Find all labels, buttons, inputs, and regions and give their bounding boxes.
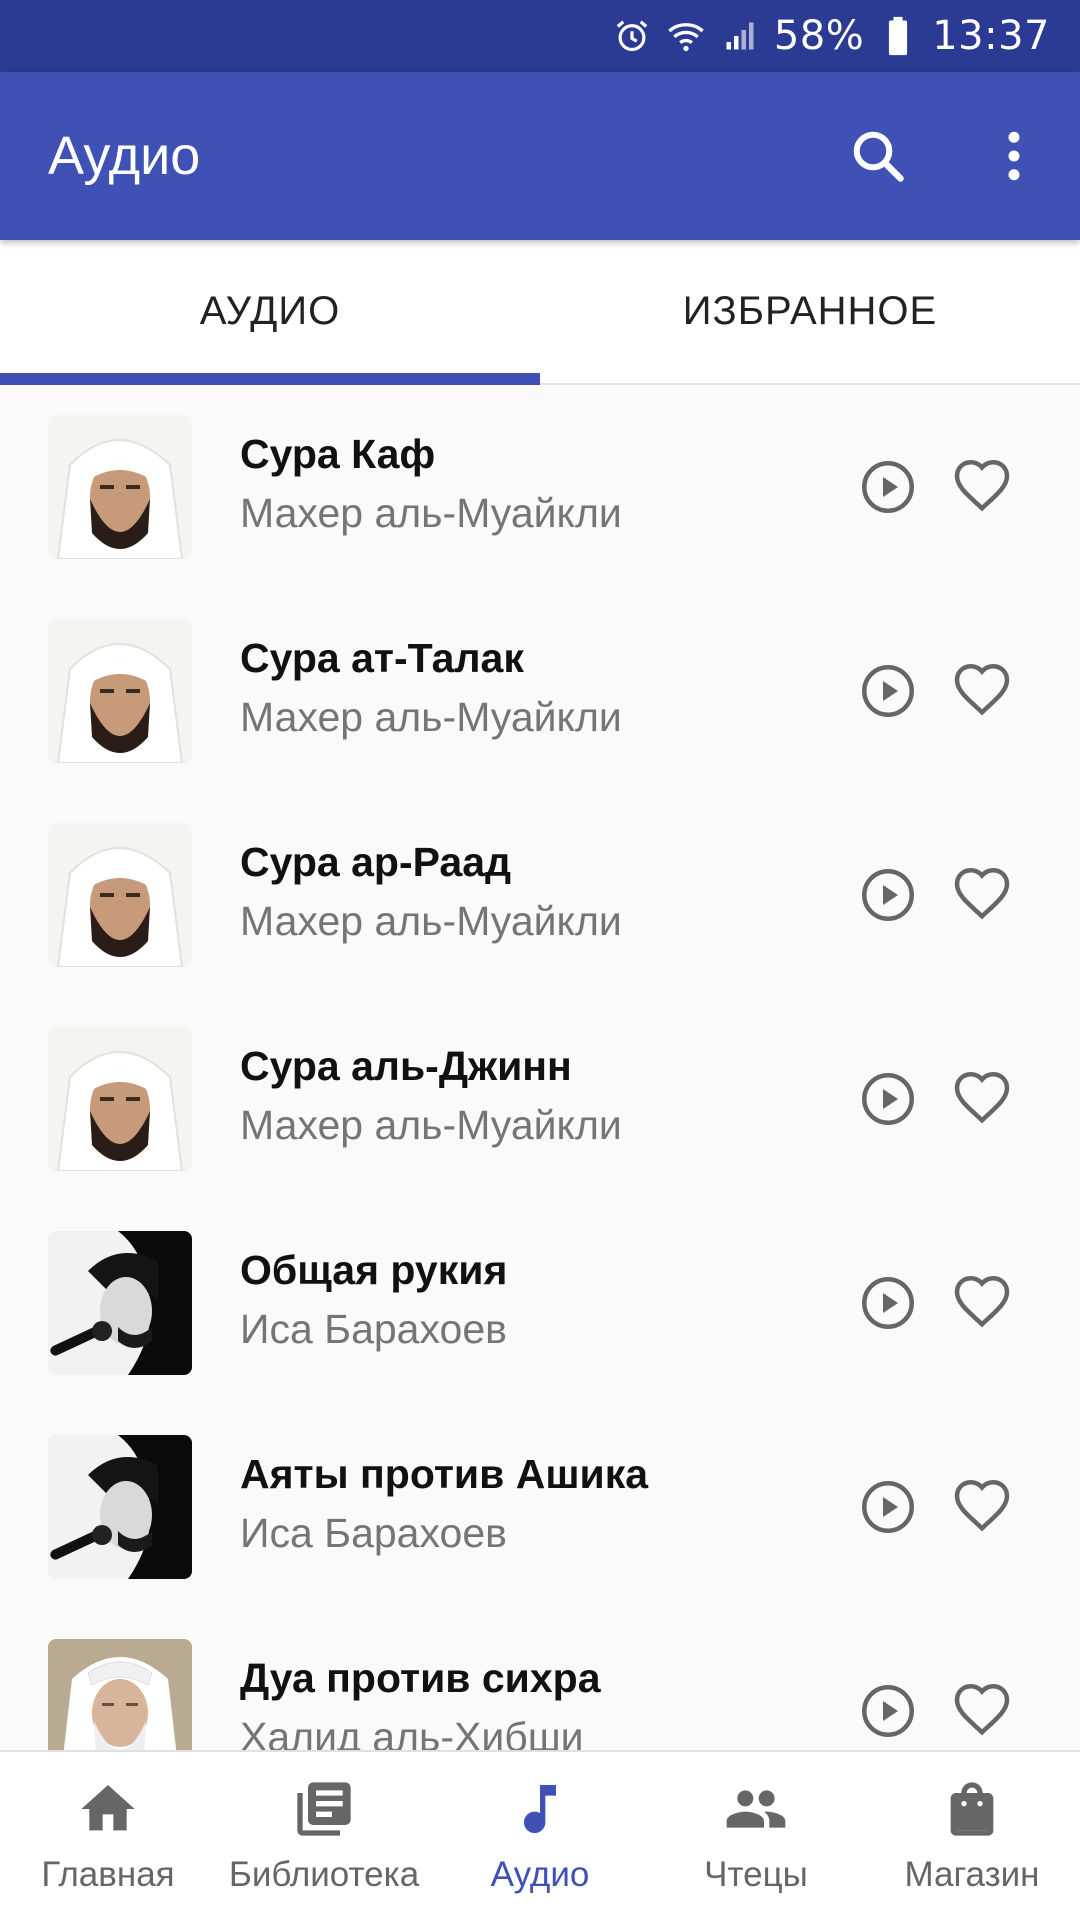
item-title: Общая рукия — [240, 1247, 508, 1293]
play-circle-icon — [862, 461, 914, 513]
bottom-navigation: Главная Библиотека Аудио Чтецы Магазин — [0, 1750, 1080, 1920]
audio-list: Сура Каф Махер аль-Муайкли Сура ат-Талак… — [0, 387, 1080, 1750]
item-reciter: Махер аль-Муайкли — [240, 694, 622, 740]
nav-audio[interactable]: Аудио — [432, 1752, 648, 1920]
list-item[interactable]: Общая рукия Иса Барахоев — [0, 1203, 1080, 1407]
nav-label: Аудио — [490, 1855, 590, 1894]
play-circle-icon — [862, 869, 914, 921]
page-title: Аудио — [48, 126, 201, 186]
reciter-avatar — [48, 1639, 192, 1750]
nav-label: Магазин — [904, 1855, 1040, 1894]
battery-percent: 58% — [773, 13, 865, 59]
app-bar: Аудио — [0, 72, 1080, 240]
tab-bar: АУДИО ИЗБРАННОЕ — [0, 240, 1080, 385]
favorite-button[interactable] — [952, 1069, 1012, 1129]
reciter-avatar — [48, 1027, 192, 1171]
shopping-bag-icon — [950, 1782, 994, 1836]
item-title: Сура ат-Талак — [240, 635, 524, 681]
favorite-button[interactable] — [952, 1681, 1012, 1741]
alarm-icon — [612, 16, 652, 56]
favorite-button[interactable] — [952, 1477, 1012, 1537]
heart-outline-icon — [954, 1683, 1010, 1736]
item-reciter: Махер аль-Муайкли — [240, 490, 622, 536]
reciter-avatar — [48, 1231, 192, 1375]
play-button[interactable] — [858, 1477, 918, 1537]
clock: 13:37 — [932, 13, 1050, 59]
wifi-icon — [666, 16, 706, 56]
search-button[interactable] — [830, 108, 926, 204]
play-circle-icon — [862, 1277, 914, 1329]
nav-label: Главная — [41, 1855, 175, 1894]
item-reciter: Махер аль-Муайкли — [240, 1102, 622, 1148]
favorite-button[interactable] — [952, 865, 1012, 925]
favorite-button[interactable] — [952, 457, 1012, 517]
tab-audio[interactable]: АУДИО — [0, 240, 540, 385]
reciter-avatar — [48, 823, 192, 967]
status-bar: 58% 13:37 — [0, 0, 1080, 72]
play-button[interactable] — [858, 457, 918, 517]
signal-icon — [720, 16, 760, 56]
item-reciter: Иса Барахоев — [240, 1306, 507, 1352]
search-icon — [853, 131, 904, 182]
people-icon — [726, 1790, 786, 1828]
music-note-icon — [524, 1785, 556, 1833]
nav-shop[interactable]: Магазин — [864, 1752, 1080, 1920]
play-circle-icon — [862, 1073, 914, 1125]
list-item[interactable]: Сура аль-Джинн Махер аль-Муайкли — [0, 999, 1080, 1203]
heart-outline-icon — [954, 1479, 1010, 1532]
item-title: Сура аль-Джинн — [240, 1043, 572, 1089]
play-circle-icon — [862, 1481, 914, 1533]
reciter-avatar — [48, 1435, 192, 1579]
more-vert-icon — [1008, 131, 1020, 181]
tab-favorites[interactable]: ИЗБРАННОЕ — [540, 240, 1080, 383]
play-button[interactable] — [858, 865, 918, 925]
item-title: Дуа против сихра — [240, 1655, 601, 1701]
play-button[interactable] — [858, 1069, 918, 1129]
play-button[interactable] — [858, 1273, 918, 1333]
list-item[interactable]: Аяты против Ашика Иса Барахоев — [0, 1407, 1080, 1611]
nav-library[interactable]: Библиотека — [216, 1752, 432, 1920]
battery-icon — [878, 16, 918, 56]
item-title: Сура Каф — [240, 431, 436, 477]
list-item[interactable]: Сура Каф Махер аль-Муайкли — [0, 387, 1080, 591]
list-item[interactable]: Сура ат-Талак Махер аль-Муайкли — [0, 591, 1080, 795]
list-item[interactable]: Сура ар-Раад Махер аль-Муайкли — [0, 795, 1080, 999]
library-icon — [297, 1782, 351, 1836]
heart-outline-icon — [954, 1071, 1010, 1124]
nav-reciters[interactable]: Чтецы — [648, 1752, 864, 1920]
play-circle-icon — [862, 665, 914, 717]
item-reciter: Халид аль-Хибши — [240, 1714, 584, 1750]
list-item[interactable]: Дуа против сихра Халид аль-Хибши — [0, 1611, 1080, 1750]
item-reciter: Иса Барахоев — [240, 1510, 507, 1556]
home-icon — [81, 1785, 135, 1831]
play-button[interactable] — [858, 661, 918, 721]
heart-outline-icon — [954, 663, 1010, 716]
nav-label: Библиотека — [228, 1855, 420, 1894]
item-title: Сура ар-Раад — [240, 839, 512, 885]
play-button[interactable] — [858, 1681, 918, 1741]
more-options-button[interactable] — [966, 108, 1062, 204]
nav-label: Чтецы — [704, 1855, 808, 1894]
reciter-avatar — [48, 415, 192, 559]
heart-outline-icon — [954, 867, 1010, 920]
favorite-button[interactable] — [952, 1273, 1012, 1333]
favorite-button[interactable] — [952, 661, 1012, 721]
play-circle-icon — [862, 1685, 914, 1737]
heart-outline-icon — [954, 1275, 1010, 1328]
heart-outline-icon — [954, 459, 1010, 512]
reciter-avatar — [48, 619, 192, 763]
item-reciter: Махер аль-Муайкли — [240, 898, 622, 944]
nav-home[interactable]: Главная — [0, 1752, 216, 1920]
item-title: Аяты против Ашика — [240, 1451, 649, 1497]
